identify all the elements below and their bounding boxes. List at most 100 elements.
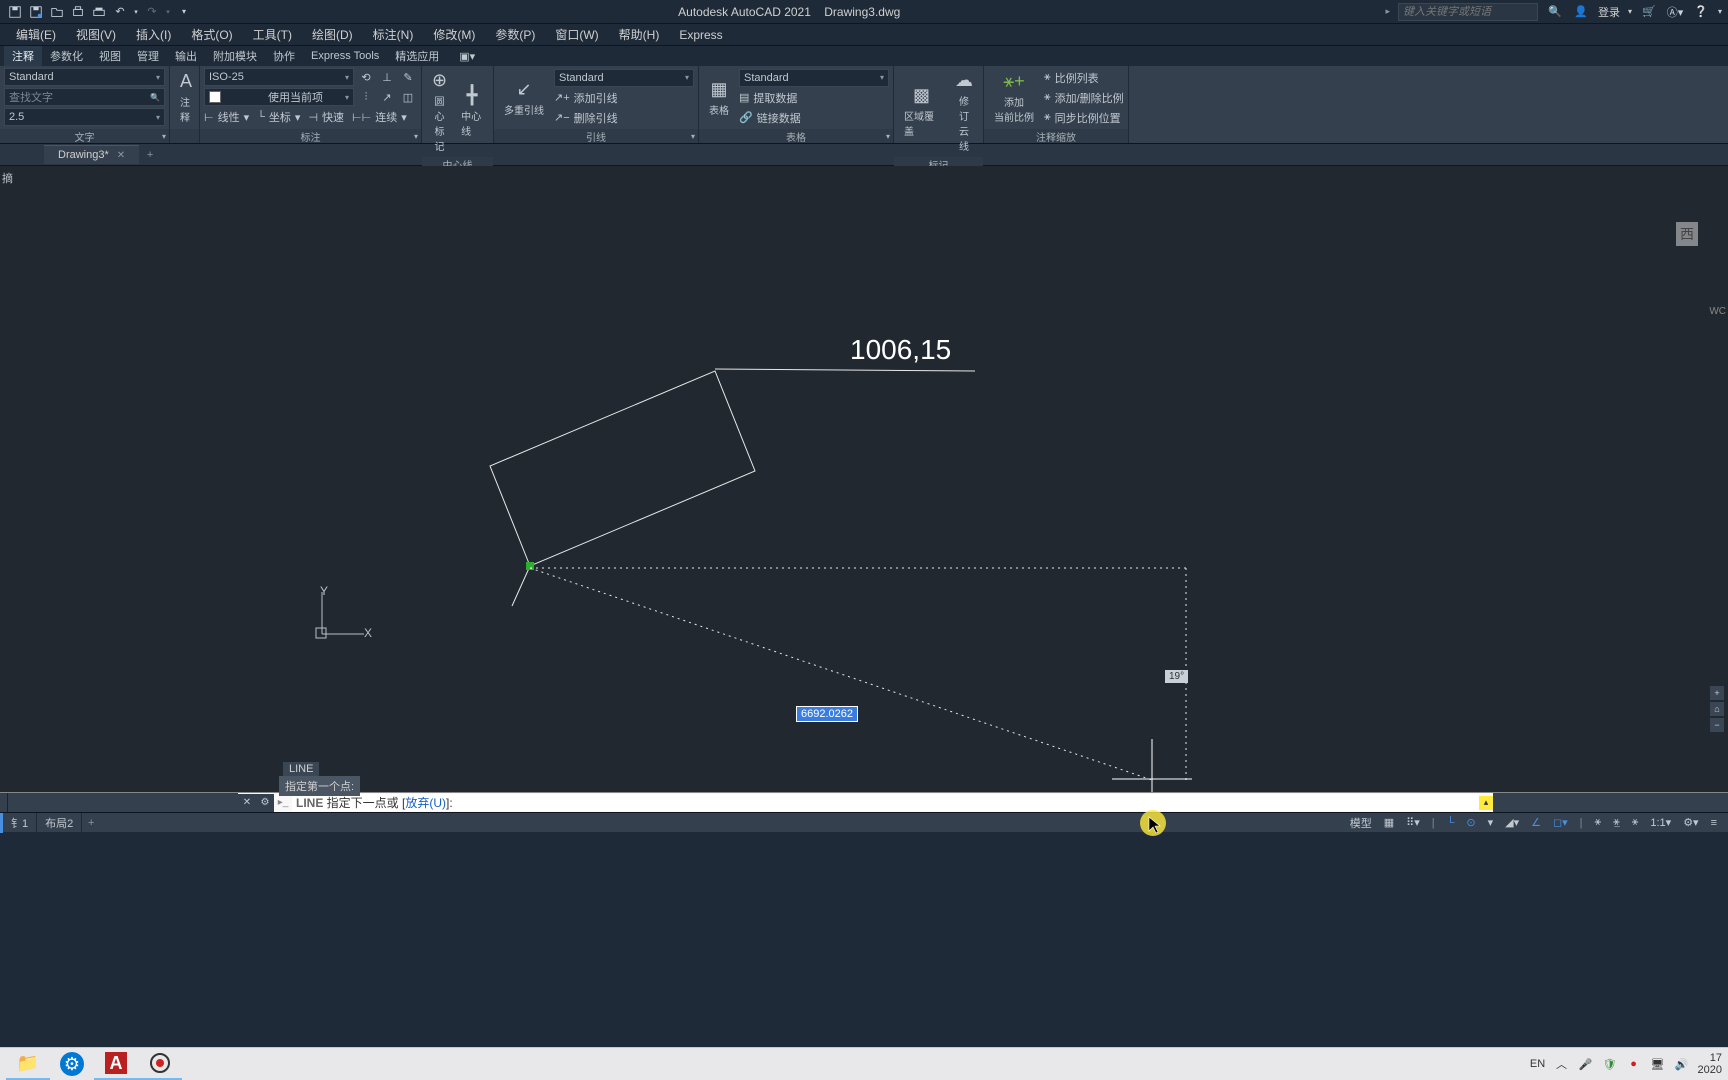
user-icon[interactable]: 👤 bbox=[1572, 3, 1590, 21]
layout-tab-2[interactable]: 布局2 bbox=[37, 813, 82, 833]
dim-continue-button[interactable]: ⊢⊢连续▾ bbox=[352, 108, 407, 126]
dim-tol-icon[interactable]: ✎ bbox=[399, 68, 417, 86]
tab-collab[interactable]: 协作 bbox=[265, 46, 303, 66]
add-del-scale-button[interactable]: ⚹添加/删除比例 bbox=[1044, 89, 1124, 107]
tab-output[interactable]: 输出 bbox=[167, 46, 205, 66]
workspace-icon[interactable]: ⚙▾ bbox=[1678, 814, 1703, 831]
layout-add-button[interactable]: + bbox=[82, 817, 100, 829]
dim-update-icon[interactable]: ⟲ bbox=[357, 68, 375, 86]
multileader-button[interactable]: ↙多重引线 bbox=[498, 77, 550, 119]
center-line-button[interactable]: ╋中心线 bbox=[455, 83, 489, 140]
model-space-button[interactable]: 模型 bbox=[1345, 813, 1377, 833]
add-leader-button[interactable]: ↗+添加引线 bbox=[554, 89, 694, 107]
dim-jog-icon[interactable]: ↗ bbox=[378, 88, 396, 106]
text-style-dropdown[interactable]: Standard▾ bbox=[4, 68, 165, 86]
tray-record-icon[interactable]: ● bbox=[1626, 1056, 1642, 1072]
help-icon[interactable]: ❔ bbox=[1692, 3, 1710, 21]
cmd-option[interactable]: 放弃(U) bbox=[405, 794, 446, 811]
layout-tab-1[interactable]: 钅1 bbox=[0, 813, 37, 833]
table-style-dropdown[interactable]: Standard▾ bbox=[739, 69, 889, 87]
customize-icon[interactable]: ≡ bbox=[1706, 815, 1722, 831]
isodraft-icon[interactable]: ◢▾ bbox=[1500, 814, 1524, 831]
tab-manage[interactable]: 管理 bbox=[129, 46, 167, 66]
extract-data-button[interactable]: ▤提取数据 bbox=[739, 89, 889, 107]
dim-style-dropdown[interactable]: ISO-25▾ bbox=[204, 68, 354, 86]
cmdline-history-icon[interactable]: ▴ bbox=[1479, 796, 1493, 810]
undo-dropdown-icon[interactable]: ▾ bbox=[132, 3, 140, 21]
tray-volume-icon[interactable]: 🔊 bbox=[1674, 1056, 1690, 1072]
help-dropdown-icon[interactable]: ▾ bbox=[1718, 7, 1722, 16]
polar-dropdown-icon[interactable]: ▾ bbox=[1483, 814, 1499, 831]
osnap-icon[interactable]: ◻▾ bbox=[1548, 814, 1573, 831]
mleader-style-dropdown[interactable]: Standard▾ bbox=[554, 69, 694, 87]
file-explorer-icon[interactable]: 📁 bbox=[6, 1048, 50, 1080]
ribbon-min-icon[interactable]: ▣▾ bbox=[451, 48, 483, 65]
panel-dim-title[interactable]: 标注▾ bbox=[200, 129, 421, 143]
panel-text-title[interactable]: 文字▾ bbox=[0, 129, 169, 143]
tray-chevron-icon[interactable]: ︿ bbox=[1554, 1056, 1570, 1072]
grid-icon[interactable]: ▦ bbox=[1379, 814, 1399, 831]
dim-adjust-icon[interactable]: ⫶ bbox=[357, 88, 375, 106]
redo-dropdown-icon[interactable]: ▾ bbox=[164, 3, 172, 21]
settings-app-icon[interactable]: ⚙ bbox=[50, 1048, 94, 1080]
cmdline-recent-icon[interactable]: ▸_ bbox=[274, 794, 292, 812]
autocad-app-icon[interactable]: A bbox=[94, 1048, 138, 1080]
qat-more-icon[interactable]: ▾ bbox=[175, 3, 193, 21]
dim-quick-button[interactable]: ⊣快速 bbox=[308, 108, 344, 126]
wipeout-button[interactable]: ▩区域覆盖 bbox=[898, 83, 945, 140]
sync-scale-button[interactable]: ⚹同步比例位置 bbox=[1044, 109, 1124, 127]
viewcube-face[interactable]: 西 bbox=[1676, 222, 1698, 246]
saveas-icon[interactable] bbox=[27, 3, 45, 21]
dim-layer-dropdown[interactable]: 使用当前项▾ bbox=[204, 88, 354, 106]
recorder-app-icon[interactable] bbox=[138, 1048, 182, 1080]
cmdline-close-icon[interactable]: ✕ bbox=[238, 794, 256, 812]
dim-ordinate-button[interactable]: └坐标▾ bbox=[257, 108, 300, 126]
mtext-button[interactable]: A注释 bbox=[174, 69, 198, 126]
text-height-dropdown[interactable]: 2.5▾ bbox=[4, 108, 165, 126]
menu-draw[interactable]: 绘图(D) bbox=[302, 23, 363, 46]
tab-express[interactable]: Express Tools bbox=[303, 48, 387, 64]
menu-edit[interactable]: 编辑(E) bbox=[6, 23, 66, 46]
tab-view[interactable]: 视图 bbox=[91, 46, 129, 66]
tray-mic-icon[interactable]: 🎤 bbox=[1578, 1056, 1594, 1072]
doc-tab-drawing3[interactable]: Drawing3* ✕ bbox=[44, 145, 139, 164]
caret-right-icon[interactable]: ▸ bbox=[1385, 6, 1390, 17]
viewcube-wcs-label[interactable]: WC bbox=[1709, 306, 1726, 317]
save-icon[interactable] bbox=[6, 3, 24, 21]
menu-tools[interactable]: 工具(T) bbox=[243, 23, 302, 46]
cart-icon[interactable]: 🛒 bbox=[1640, 3, 1658, 21]
dim-linear-button[interactable]: ⊢线性▾ bbox=[204, 108, 249, 126]
ime-indicator[interactable]: EN bbox=[1530, 1056, 1546, 1072]
tray-display-icon[interactable]: 🖥 bbox=[1650, 1056, 1666, 1072]
ortho-icon[interactable]: └ bbox=[1442, 815, 1460, 831]
menu-format[interactable]: 格式(O) bbox=[181, 23, 242, 46]
table-button[interactable]: ▦表格 bbox=[703, 77, 735, 119]
tray-shield-icon[interactable]: 🛡 bbox=[1602, 1056, 1618, 1072]
print-icon[interactable] bbox=[90, 3, 108, 21]
center-mark-button[interactable]: ⊕圆心 标记 bbox=[426, 68, 453, 155]
menu-insert[interactable]: 插入(I) bbox=[126, 23, 181, 46]
nav-plus-icon[interactable]: + bbox=[1710, 686, 1724, 700]
revcloud-button[interactable]: ☁修订 云线 bbox=[949, 68, 979, 155]
cmdline-grip[interactable] bbox=[0, 793, 8, 812]
anno-vis-icon[interactable]: ⚹ bbox=[1590, 814, 1607, 831]
menu-dim[interactable]: 标注(N) bbox=[363, 23, 424, 46]
help-search-input[interactable] bbox=[1398, 3, 1538, 21]
cmdline-config-icon[interactable]: ⚙ bbox=[256, 794, 274, 812]
undo-icon[interactable]: ↶ bbox=[111, 3, 129, 21]
menu-view[interactable]: 视图(V) bbox=[66, 23, 126, 46]
menu-param[interactable]: 参数(P) bbox=[485, 23, 545, 46]
drawing-canvas[interactable]: 摘 Y X 1006,15 6692.0262 19° LINE 指定第一个点:… bbox=[0, 166, 1728, 792]
tab-parametric[interactable]: 参数化 bbox=[42, 46, 91, 66]
snap-icon[interactable]: ⠿▾ bbox=[1401, 814, 1425, 831]
tab-annotate[interactable]: 注释 bbox=[4, 46, 42, 66]
login-label[interactable]: 登录 bbox=[1598, 4, 1620, 20]
dim-inspect-icon[interactable]: ◫ bbox=[399, 88, 417, 106]
del-leader-button[interactable]: ↗−删除引线 bbox=[554, 109, 694, 127]
dynamic-length-input[interactable]: 6692.0262 bbox=[796, 706, 858, 722]
menu-express[interactable]: Express bbox=[669, 25, 732, 45]
add-cur-scale-button[interactable]: ⚹+添加 当前比例 bbox=[988, 69, 1040, 126]
menu-help[interactable]: 帮助(H) bbox=[609, 23, 670, 46]
anno-auto-icon[interactable]: ⚹̲ bbox=[1608, 814, 1625, 831]
search-icon[interactable]: 🔍 bbox=[1546, 3, 1564, 21]
